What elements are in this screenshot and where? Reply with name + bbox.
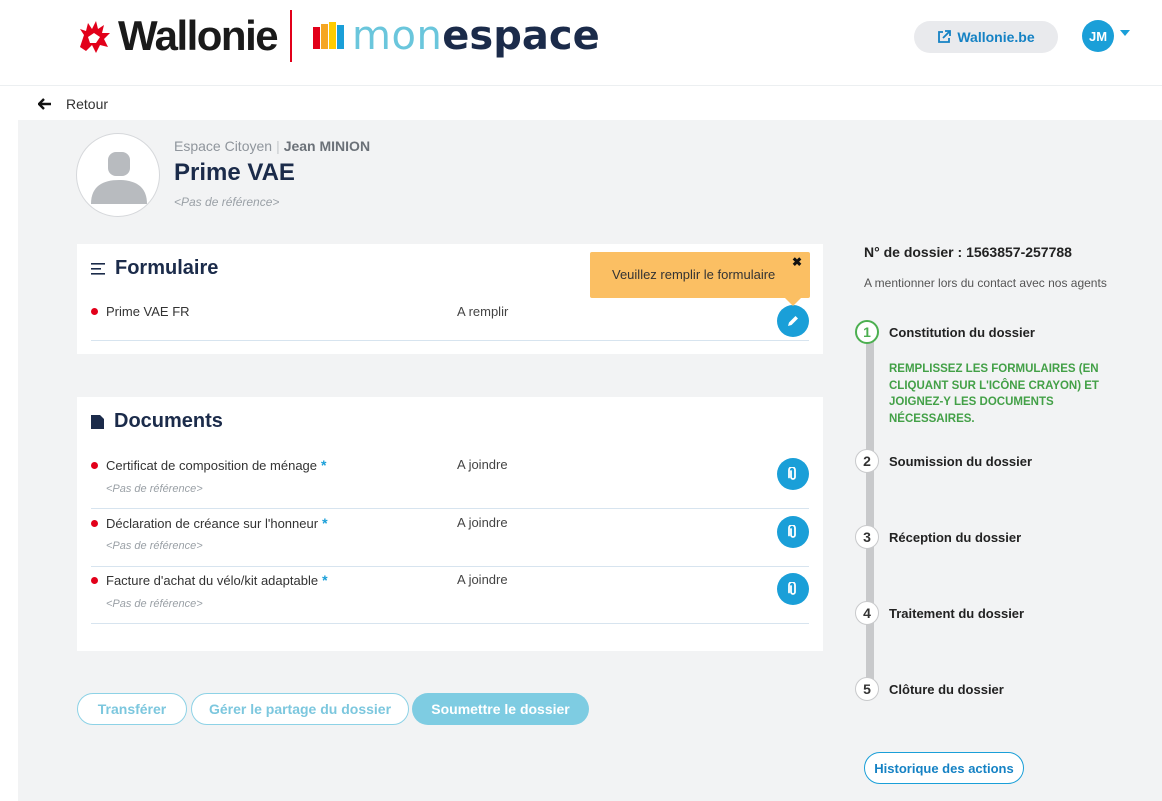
share-dossier-button[interactable]: Gérer le partage du dossier	[191, 693, 409, 725]
wallonie-link-label: Wallonie.be	[957, 29, 1035, 45]
document-row-label: Déclaration de créance sur l'honneur *	[91, 515, 328, 531]
form-row-name: Prime VAE FR	[106, 304, 190, 319]
tooltip-arrow	[785, 298, 801, 306]
back-label: Retour	[66, 96, 109, 112]
tooltip-text: Veuillez remplir le formulaire	[612, 267, 776, 282]
logo-separator	[290, 10, 292, 62]
document-row-reference: <Pas de référence>	[106, 540, 203, 552]
pencil-icon	[788, 316, 798, 326]
history-button[interactable]: Historique des actions	[864, 752, 1024, 784]
wallonie-wordmark: Wallonie	[118, 12, 279, 59]
breadcrumb-space: Espace Citoyen	[174, 138, 273, 154]
documents-heading: Documents	[91, 410, 223, 433]
document-icon	[91, 414, 104, 429]
required-marker: *	[322, 572, 328, 588]
status-dot	[91, 519, 98, 527]
step-1-number: 1	[855, 320, 879, 344]
user-avatar[interactable]: JM	[1082, 20, 1114, 52]
document-row-reference: <Pas de référence>	[106, 483, 203, 495]
page-reference: <Pas de référence>	[174, 195, 280, 209]
row-divider	[91, 508, 809, 509]
form-row-status: A remplir	[457, 304, 509, 319]
fill-form-tooltip: Veuillez remplir le formulaire ✖	[590, 252, 810, 298]
step-2-number: 2	[855, 449, 879, 473]
paperclip-icon	[788, 582, 796, 595]
breadcrumb-user: Jean MINION	[283, 138, 371, 154]
breadcrumb: Espace Citoyen | Jean MINION	[174, 138, 371, 154]
wallonie-logo[interactable]: Wallonie	[74, 10, 279, 62]
status-dot	[91, 461, 98, 469]
document-row-status: A joindre	[457, 515, 508, 530]
step-1-label: Constitution du dossier	[889, 325, 1035, 340]
submit-dossier-button[interactable]: Soumettre le dossier	[412, 693, 589, 725]
close-icon[interactable]: ✖	[792, 255, 802, 269]
formulaire-title: Formulaire	[115, 257, 219, 279]
transfer-button[interactable]: Transférer	[77, 693, 187, 725]
monespace-mon-text: mon	[352, 13, 443, 59]
status-dot	[91, 576, 98, 584]
formulaire-heading: Formulaire	[91, 257, 218, 280]
external-link-icon	[938, 30, 952, 43]
row-divider	[91, 623, 809, 624]
monespace-logo[interactable]: mon espace	[312, 14, 600, 58]
row-divider	[91, 340, 809, 341]
step-1-description: REMPLISSEZ LES FORMULAIRES (EN CLIQUANT …	[889, 363, 1099, 426]
monespace-espace-text: espace	[442, 13, 600, 59]
required-marker: *	[321, 457, 327, 473]
step-3-label: Réception du dossier	[889, 530, 1022, 545]
document-row-label: Certificat de composition de ménage *	[91, 457, 326, 473]
step-2-label: Soumission du dossier	[889, 454, 1033, 469]
form-row-label: Prime VAE FR	[91, 304, 190, 319]
arrow-left-icon	[38, 98, 51, 110]
row-divider	[91, 566, 809, 567]
document-row-name: Certificat de composition de ménage	[106, 457, 318, 473]
attach-document-button[interactable]	[777, 458, 809, 490]
document-row-status: A joindre	[457, 572, 508, 587]
chevron-down-icon[interactable]	[1120, 30, 1130, 36]
step-3-number: 3	[855, 525, 879, 549]
document-row-reference: <Pas de référence>	[106, 598, 203, 610]
list-lines-icon	[91, 262, 105, 275]
header: Wallonie mon espace Wallonie.be JM	[0, 0, 1162, 86]
progress-rail	[866, 340, 874, 692]
step-4-label: Traitement du dossier	[889, 606, 1025, 621]
documents-title: Documents	[114, 410, 223, 432]
status-dot	[91, 308, 98, 315]
document-row-label: Facture d'achat du vélo/kit adaptable *	[91, 572, 328, 588]
document-row-name: Facture d'achat du vélo/kit adaptable	[106, 572, 319, 588]
page-title: Prime VAE	[174, 159, 295, 186]
document-row-name: Déclaration de créance sur l'honneur	[106, 515, 319, 531]
rooster-icon	[80, 21, 110, 53]
attach-document-button[interactable]	[777, 573, 809, 605]
dossier-note: A mentionner lors du contact avec nos ag…	[864, 276, 1107, 290]
paperclip-icon	[788, 525, 796, 538]
wallonie-link-button[interactable]: Wallonie.be	[914, 21, 1058, 53]
dossier-number: N° de dossier : 1563857-257788	[864, 244, 1072, 260]
step-5-number: 5	[855, 677, 879, 701]
profile-picture	[76, 133, 160, 217]
paperclip-icon	[788, 467, 796, 480]
document-row-status: A joindre	[457, 457, 508, 472]
required-marker: *	[322, 515, 328, 531]
user-silhouette-icon	[91, 152, 147, 204]
monespace-icon	[313, 22, 344, 49]
edit-form-button[interactable]	[777, 305, 809, 337]
step-5-label: Clôture du dossier	[889, 682, 1004, 697]
back-link[interactable]: Retour	[38, 94, 108, 114]
attach-document-button[interactable]	[777, 516, 809, 548]
step-4-number: 4	[855, 601, 879, 625]
